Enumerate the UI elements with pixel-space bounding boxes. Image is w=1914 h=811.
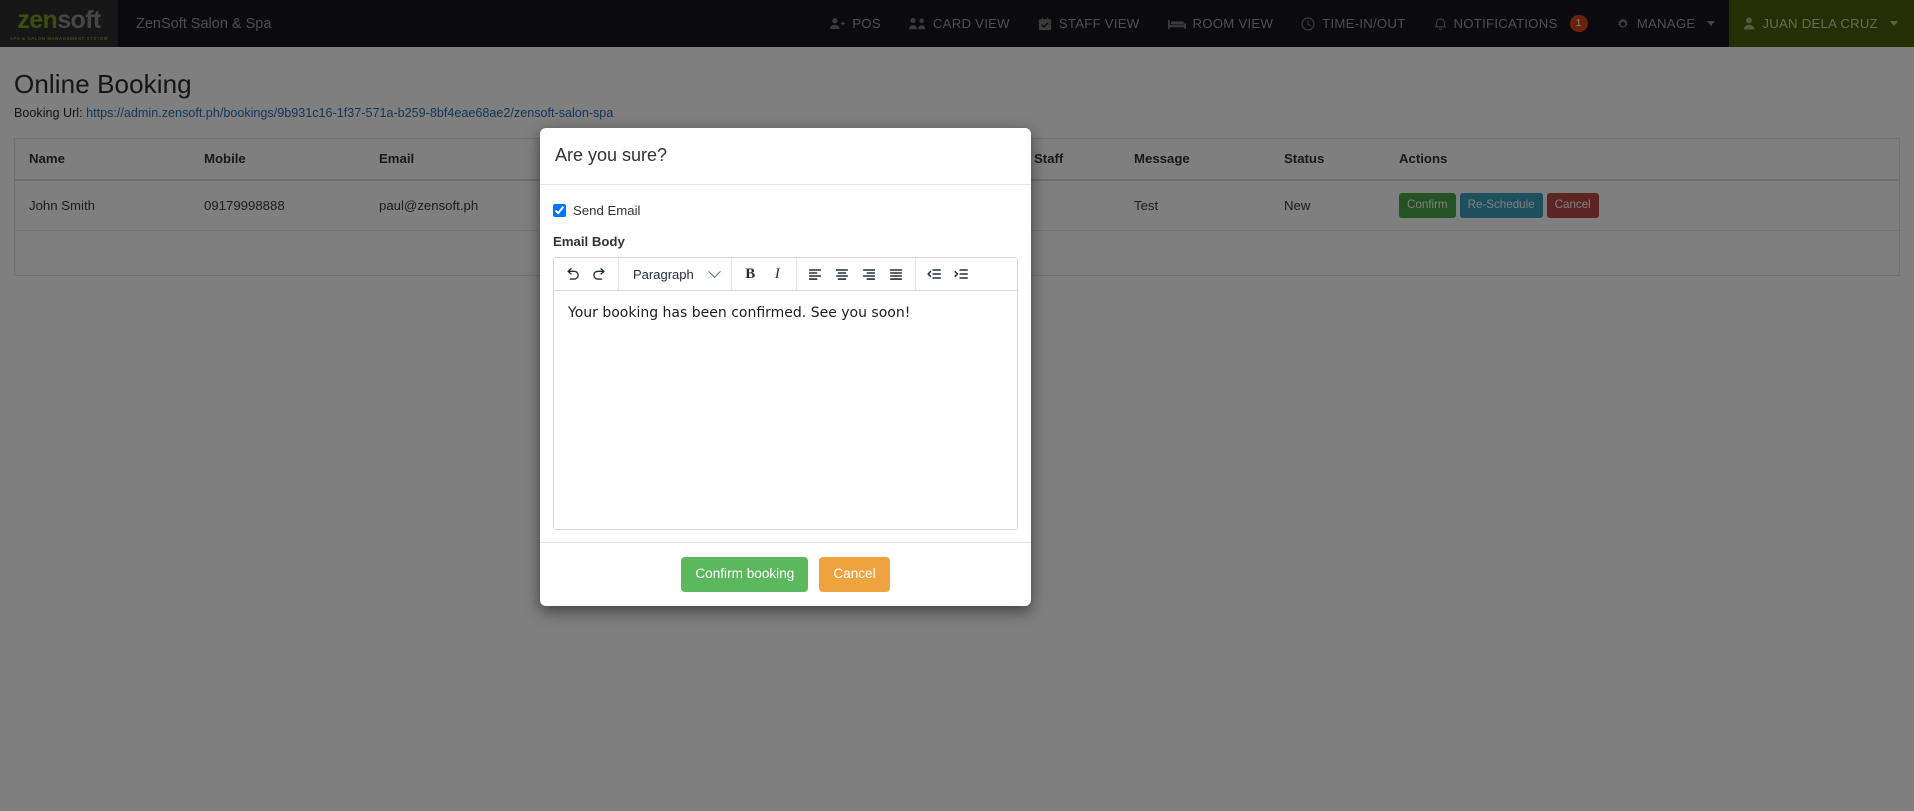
toolbar-group-indent: [916, 258, 980, 290]
confirm-booking-button[interactable]: Confirm booking: [681, 557, 809, 592]
modal-header: Are you sure?: [540, 128, 1031, 186]
toolbar-group-history: [554, 258, 619, 291]
toolbar-group-blockformat: Paragraph: [619, 258, 732, 291]
modal-footer: Confirm booking Cancel: [540, 542, 1031, 605]
indent-icon[interactable]: [948, 261, 975, 288]
toolbar-group-style: B I: [732, 258, 797, 291]
send-email-row: Send Email: [553, 203, 1018, 218]
editor-toolbar: Paragraph B I: [554, 258, 1017, 292]
send-email-label[interactable]: Send Email: [573, 203, 640, 218]
send-email-checkbox[interactable]: [553, 204, 566, 218]
confirm-booking-modal: Are you sure? Send Email Email Body Para…: [540, 128, 1031, 606]
block-format-value: Paragraph: [633, 266, 694, 282]
outdent-icon[interactable]: [921, 261, 948, 288]
modal-body: Send Email Email Body Paragraph B I Your…: [540, 185, 1031, 542]
page-root: zensoft SPA & SALON MANAGEMENT SYSTEM Ze…: [0, 0, 1914, 811]
align-justify-icon[interactable]: [883, 261, 910, 288]
cancel-button[interactable]: Cancel: [819, 557, 890, 592]
align-left-icon[interactable]: [802, 261, 829, 288]
redo-icon[interactable]: [586, 261, 613, 288]
email-body-textarea[interactable]: Your booking has been confirmed. See you…: [554, 291, 1017, 530]
align-right-icon[interactable]: [856, 261, 883, 288]
italic-button[interactable]: I: [764, 261, 791, 288]
align-center-icon[interactable]: [829, 261, 856, 288]
toolbar-group-align: [797, 258, 916, 291]
bold-button[interactable]: B: [737, 261, 764, 288]
email-body-label: Email Body: [553, 234, 625, 250]
email-body-editor: Paragraph B I Your booking has been conf…: [553, 257, 1018, 531]
modal-title: Are you sure?: [555, 145, 668, 165]
block-format-select[interactable]: Paragraph: [624, 261, 726, 288]
undo-icon[interactable]: [559, 261, 586, 288]
chevron-down-icon: [707, 264, 721, 278]
